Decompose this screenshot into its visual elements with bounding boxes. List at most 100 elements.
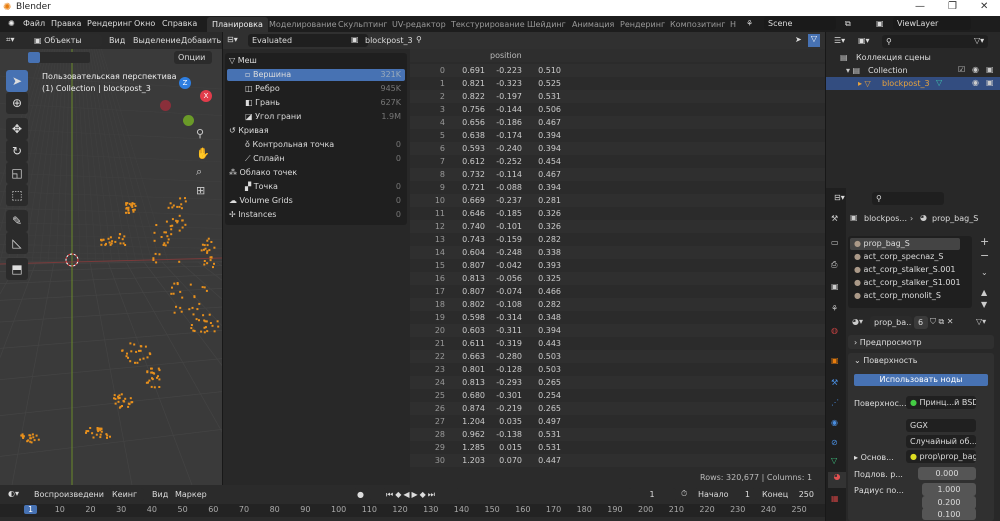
view-layer-tab-icon[interactable]: ▣: [831, 282, 839, 291]
annotate-tool[interactable]: ✎: [6, 210, 28, 232]
material-users-count[interactable]: 6: [914, 316, 928, 329]
outliner-search-input[interactable]: ⚲: [882, 35, 988, 48]
scene-icon[interactable]: ⚘: [746, 19, 753, 28]
editor-type-icon[interactable]: ◐▾: [8, 489, 19, 498]
particles-tab-icon[interactable]: ⋰: [831, 398, 839, 407]
constraints-tab-icon[interactable]: ⊘: [831, 438, 838, 447]
pin-icon[interactable]: ⚲: [416, 35, 422, 44]
domain-item[interactable]: ◧ Грань 627K: [227, 97, 405, 109]
measure-tool[interactable]: ◺: [6, 232, 28, 254]
domain-item[interactable]: ⁂ Облако точек: [227, 167, 405, 179]
view-layer-icon[interactable]: ▣: [876, 19, 884, 28]
world-tab-icon[interactable]: ◍: [831, 326, 838, 335]
playback-dropdown[interactable]: Воспроизведение: [30, 488, 104, 501]
menu-edit[interactable]: Правка: [51, 19, 81, 28]
radius-x-field[interactable]: 1.000: [922, 483, 976, 496]
menu-file[interactable]: Файл: [23, 19, 45, 28]
properties-search-input[interactable]: ⚲: [872, 192, 944, 205]
filter-icon[interactable]: ▽▾: [974, 36, 984, 45]
surface-panel-header[interactable]: ⌄ Поверхность: [854, 356, 918, 365]
end-frame-field[interactable]: Конец 250: [758, 488, 820, 501]
scene-tab-icon[interactable]: ⚘: [831, 304, 838, 313]
camera-icon[interactable]: ⌕: [196, 166, 202, 178]
scene-collection-label[interactable]: Коллекция сцены: [856, 53, 931, 62]
visibility-eye-icon[interactable]: ◉: [972, 78, 979, 87]
material-slot[interactable]: ● act_corp_stalker_S.001: [850, 264, 960, 276]
close-button[interactable]: ✕: [980, 1, 988, 12]
tab-shading[interactable]: Шейдинг: [522, 17, 571, 32]
use-nodes-button[interactable]: Использовать ноды: [854, 374, 988, 386]
tab-modeling[interactable]: Моделирование: [264, 17, 342, 32]
domain-item[interactable]: ◫ Ребро 945K: [227, 83, 405, 95]
material-slot-list[interactable]: ● prop_bag_S ● act_corp_specnaz_S ● act_co…: [848, 236, 972, 308]
ortho-grid-icon[interactable]: ⊞: [196, 185, 205, 197]
pan-hand-icon[interactable]: ✋: [196, 148, 210, 160]
scale-tool[interactable]: ◱: [6, 162, 28, 184]
filter-view-icon[interactable]: ▣▾: [858, 36, 870, 45]
start-frame-field[interactable]: Начало 1: [694, 488, 756, 501]
domain-item[interactable]: ◪ Угол грани 1.9M: [227, 111, 405, 123]
rotate-tool[interactable]: ↻: [6, 140, 28, 162]
select-mode-buttons[interactable]: [28, 52, 90, 63]
material-browse-icon[interactable]: ◕▾: [852, 317, 863, 326]
editor-type-icon[interactable]: ⊟▾: [227, 35, 238, 44]
cursor-tool[interactable]: ⊕: [6, 92, 28, 114]
record-button[interactable]: ●: [353, 488, 371, 501]
material-slot[interactable]: ● act_corp_stalker_S1.001: [850, 277, 960, 289]
playback-controls[interactable]: ⏮◆◀▶◆⏭: [382, 488, 460, 501]
tab-texture-paint[interactable]: Текстурирование: [446, 17, 530, 32]
distribution-dropdown[interactable]: GGX: [906, 419, 976, 432]
menu-view[interactable]: Вид: [109, 36, 125, 45]
move-tool[interactable]: ✥: [6, 118, 28, 140]
3d-viewport[interactable]: ⌗▾ ▣ Объекты Вид Выделение Добавить Опци…: [0, 32, 222, 485]
modifier-wrench-icon[interactable]: ⚒: [831, 378, 838, 387]
domain-item[interactable]: ☁ Volume Grids 0: [227, 195, 405, 207]
render-camera-icon[interactable]: ▣: [986, 65, 994, 74]
zoom-icon[interactable]: ⚲: [196, 128, 204, 140]
timeline-ruler[interactable]: 1 10 20 30 40 50 60 70 80 90 100 110 120 130 140 150 160…: [0, 504, 825, 517]
gizmo-neg-x[interactable]: [160, 100, 171, 111]
material-slot[interactable]: ● act_corp_monolit_S: [850, 290, 960, 302]
exclude-checkbox[interactable]: ☑: [958, 65, 965, 74]
surface-shader-field[interactable]: ● Принц...й BSDF: [906, 396, 976, 409]
link-dropdown-icon[interactable]: ▽▾: [976, 317, 986, 326]
current-frame-field[interactable]: 1: [628, 488, 676, 501]
domain-item[interactable]: ⟋ Сплайн 0: [227, 153, 405, 165]
collection-label[interactable]: Collection: [868, 66, 908, 75]
add-slot-button[interactable]: +: [980, 236, 989, 248]
stopwatch-icon[interactable]: ⏱: [681, 489, 687, 499]
editor-type-icon[interactable]: ⊟▾: [834, 193, 845, 202]
subsurface-value-field[interactable]: 0.000: [918, 467, 976, 480]
menu-select[interactable]: Выделение: [133, 36, 181, 45]
menu-view[interactable]: Вид: [152, 490, 168, 499]
remove-slot-button[interactable]: −: [980, 250, 989, 262]
domain-item[interactable]: ǒ Контрольная точка 0: [227, 139, 405, 151]
fake-user-shield-icon[interactable]: ⛉ ⧉ ✕: [930, 317, 954, 327]
gizmo-z-axis[interactable]: Z: [179, 77, 191, 89]
tool-tab-icon[interactable]: ⚒: [831, 214, 838, 223]
domain-item[interactable]: ▞ Точка 0: [227, 181, 405, 193]
current-frame-marker[interactable]: 1: [24, 505, 38, 514]
blender-menu-icon[interactable]: ✺: [8, 19, 15, 28]
mode-dropdown[interactable]: ▣ Объекты: [30, 34, 102, 47]
material-name-field[interactable]: prop_ba...: [870, 316, 912, 329]
domain-item[interactable]: ▽ Меш: [227, 55, 405, 67]
options-dropdown[interactable]: Опции: [174, 51, 212, 64]
transform-tool[interactable]: ⬚: [6, 184, 28, 206]
subsurface-method-dropdown[interactable]: Случайный об...: [906, 435, 976, 448]
selected-only-icon[interactable]: ➤: [795, 35, 807, 47]
tab-more[interactable]: Н: [725, 17, 741, 32]
texture-tab-icon[interactable]: ▦: [831, 494, 839, 503]
domain-item[interactable]: ▫ Вершина 321K: [227, 69, 405, 81]
tab-compositing[interactable]: Композитинг: [665, 17, 730, 32]
object-tab-icon[interactable]: ▣: [831, 356, 839, 365]
spreadsheet-table[interactable]: position 0 0.691 -0.223 0.510 1 0.821 -0.323 0.…: [410, 49, 825, 485]
material-slot[interactable]: ● act_corp_specnaz_S: [850, 251, 960, 263]
render-camera-icon[interactable]: ▣: [986, 78, 994, 87]
select-tool[interactable]: ➤: [6, 70, 28, 92]
view-layer-field[interactable]: ViewLayer: [893, 17, 971, 30]
data-tab-icon[interactable]: ▽: [831, 456, 837, 465]
render-tab-icon[interactable]: ▭: [831, 238, 839, 247]
visibility-eye-icon[interactable]: ◉: [972, 65, 979, 74]
tab-sculpting[interactable]: Скульптинг: [333, 17, 393, 32]
